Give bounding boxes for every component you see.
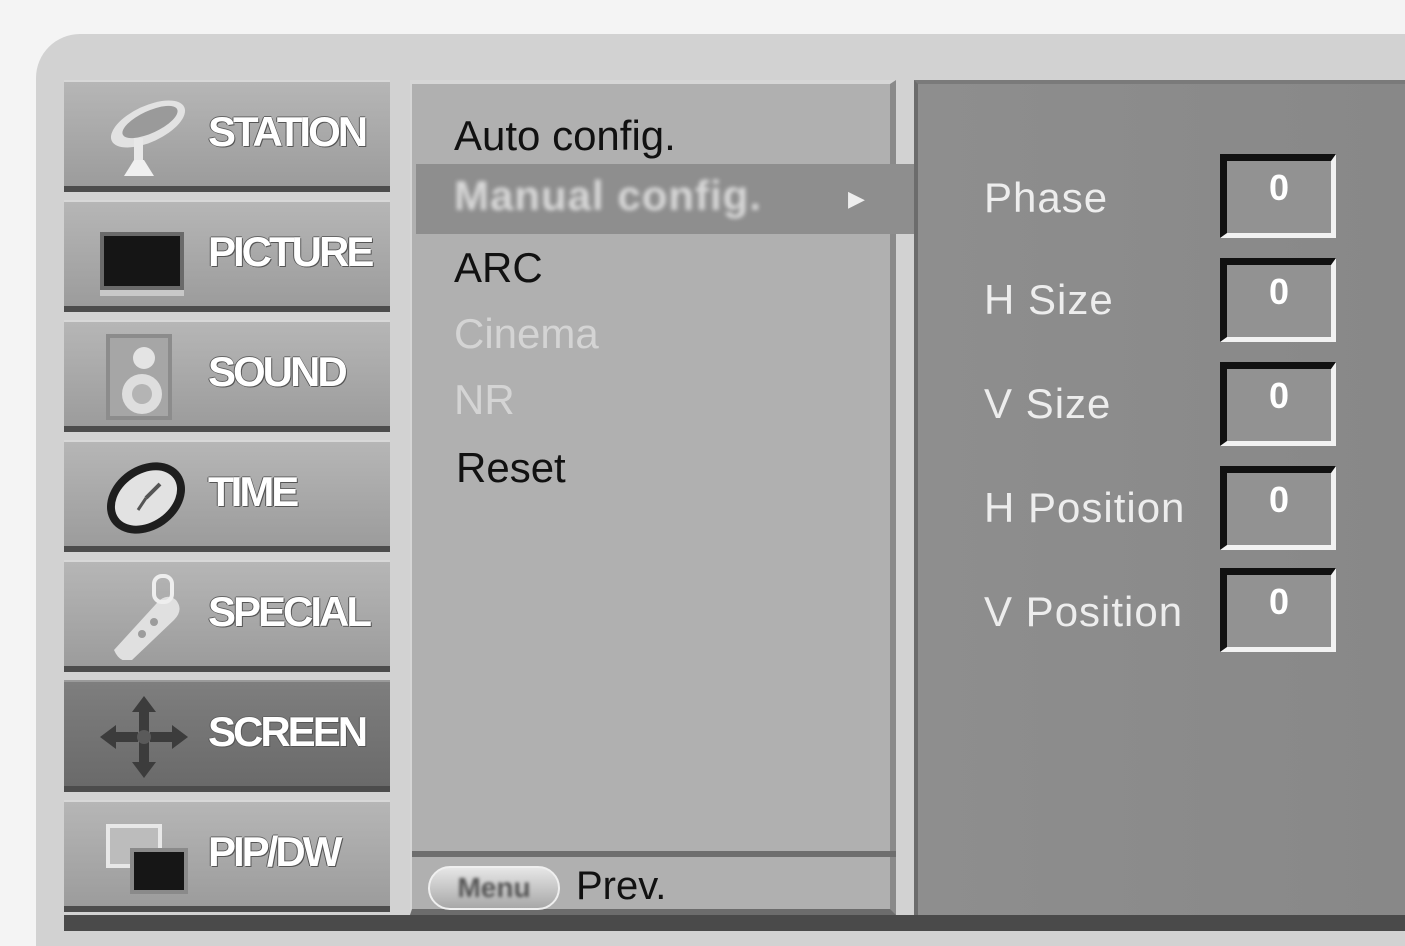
main-menu-pip-dw[interactable]: PIP/DW	[64, 800, 390, 912]
main-menu-label: TIME	[208, 468, 299, 515]
main-menu-sound[interactable]: SOUND	[64, 320, 390, 432]
main-menu-screen[interactable]: SCREEN	[64, 680, 390, 792]
v-size-value-field[interactable]: 0	[1220, 362, 1336, 446]
h-position-value-field[interactable]: 0	[1220, 466, 1336, 550]
speaker-icon	[94, 334, 194, 420]
main-menu-station[interactable]: STATION	[64, 80, 390, 192]
h-size-value-field[interactable]: 0	[1220, 258, 1336, 342]
sub-menu-nr: NR	[454, 376, 515, 423]
setting-label-h-size: H Size	[984, 276, 1114, 323]
phase-value-field[interactable]: 0	[1220, 154, 1336, 238]
sub-menu-auto-config[interactable]: Auto config.	[454, 112, 676, 160]
sub-menu-cinema: Cinema	[454, 310, 599, 357]
main-menu-picture[interactable]: PICTURE	[64, 200, 390, 312]
main-menu-special[interactable]: SPECIAL	[64, 560, 390, 672]
menu-button[interactable]: Menu	[428, 866, 560, 910]
bottom-shadow-strip	[64, 915, 1405, 931]
clock-icon	[94, 454, 194, 540]
main-menu-label: SOUND	[208, 348, 348, 395]
main-menu-label: PICTURE	[208, 228, 374, 275]
pip-windows-icon	[94, 814, 194, 900]
satellite-dish-icon	[94, 94, 194, 180]
footer-divider	[412, 851, 896, 857]
setting-label-h-position: H Position	[984, 484, 1186, 531]
prev-label: Prev.	[576, 864, 667, 908]
four-way-arrows-icon	[94, 694, 194, 780]
menu-button-label: Menu	[457, 872, 531, 903]
sub-menu-manual-config[interactable]: Manual config. ▶	[416, 164, 920, 234]
arrow-right-icon: ▶	[848, 186, 865, 211]
main-menu-time[interactable]: TIME	[64, 440, 390, 552]
sub-menu-arc[interactable]: ARC	[454, 244, 543, 292]
main-menu-label: SCREEN	[208, 708, 368, 755]
main-menu-label: STATION	[208, 108, 368, 155]
setting-label-v-position: V Position	[984, 588, 1184, 635]
setting-label-v-size: V Size	[984, 380, 1112, 427]
main-menu-label: SPECIAL	[208, 588, 372, 635]
main-menu-label: PIP/DW	[208, 828, 342, 875]
tv-screen-icon	[94, 214, 194, 300]
remote-control-icon	[94, 574, 194, 661]
v-position-value-field[interactable]: 0	[1220, 568, 1336, 652]
sub-menu-reset[interactable]: Reset	[456, 444, 566, 492]
sub-menu-selected-label: Manual config.	[454, 172, 762, 219]
setting-label-phase: Phase	[984, 174, 1109, 221]
